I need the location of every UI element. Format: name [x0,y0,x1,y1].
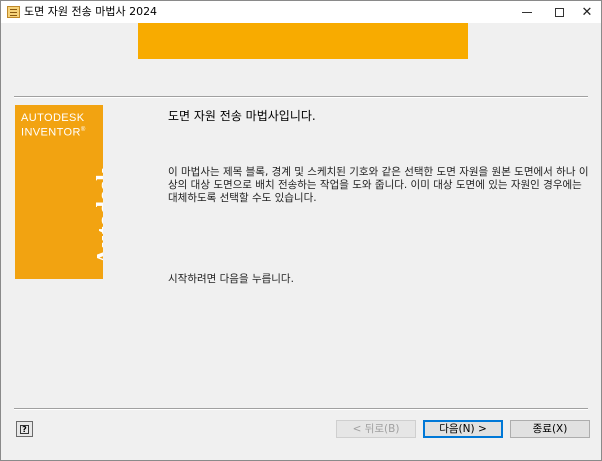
help-icon: ? [20,424,29,434]
finish-button[interactable]: 종료(X) [510,420,590,438]
title-bar: 도면 자원 전송 마법사 2024 ✕ [1,1,601,23]
minimize-icon [522,11,532,13]
wizard-content: AUTODESK INVENTOR® Autodesk 도면 자원 전송 마법사… [2,23,601,460]
start-hint: 시작하려면 다음을 누릅니다. [168,273,294,285]
bottom-divider [14,408,588,410]
description-text: 이 마법사는 제목 블록, 경계 및 스케치된 기호와 같은 선택한 도면 자원… [168,166,589,204]
brand-autodesk-text: AUTODESK [21,112,85,124]
window-title: 도면 자원 전송 마법사 2024 [24,5,158,18]
brand-inventor-text: INVENTOR® [21,126,86,139]
next-button[interactable]: 다음(N) > [423,420,503,438]
page-heading: 도면 자원 전송 마법사입니다. [168,109,316,123]
help-button[interactable]: ? [16,421,33,437]
maximize-button[interactable] [541,1,577,23]
back-button[interactable]: < 뒤로(B) [336,420,416,438]
minimize-button[interactable] [509,1,545,23]
maximize-icon [554,7,564,17]
wizard-window: 도면 자원 전송 마법사 2024 ✕ AUTODESK INVENTOR® A… [0,0,602,461]
header-banner [138,23,468,59]
top-divider [14,96,588,98]
close-icon: ✕ [581,4,593,20]
close-button[interactable]: ✕ [573,1,601,23]
autodesk-inventor-logo: AUTODESK INVENTOR® Autodesk [15,105,103,279]
app-icon [7,6,20,18]
brand-vertical-wordmark: Autodesk [93,167,103,265]
